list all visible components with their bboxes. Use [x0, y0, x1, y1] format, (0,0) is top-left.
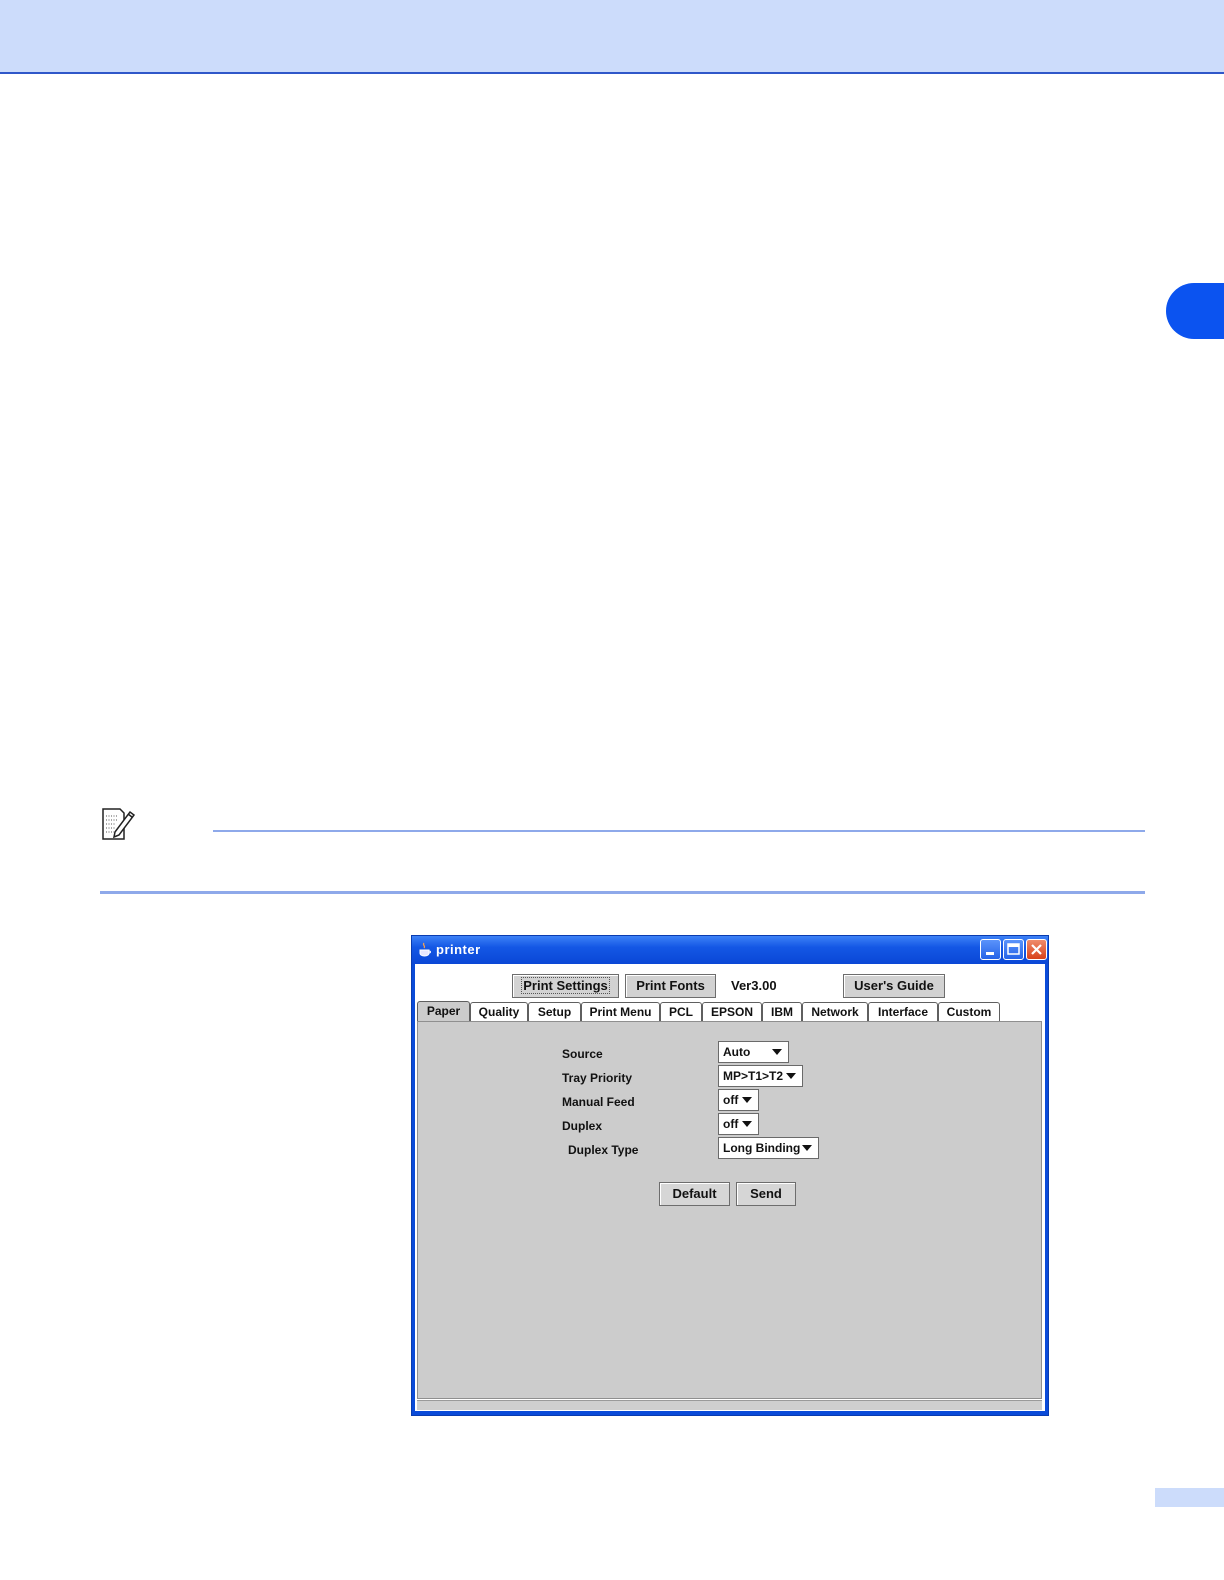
tab-print-menu[interactable]: Print Menu: [581, 1002, 660, 1021]
duplex-select[interactable]: off: [718, 1113, 759, 1135]
paper-tab-panel: Source Auto Tray Priority MP>T1>T2 Manua…: [417, 1021, 1042, 1399]
window-client-area: Print Settings Print Fonts Ver3.00 User'…: [415, 964, 1045, 1411]
close-icon: [1031, 944, 1042, 955]
duplex-type-value: Long Binding: [723, 1141, 801, 1155]
maximize-button[interactable]: [1003, 939, 1024, 960]
source-value: Auto: [723, 1045, 751, 1059]
page-number-box: [1155, 1488, 1224, 1507]
duplex-value: off: [723, 1117, 739, 1131]
tab-interface[interactable]: Interface: [868, 1002, 938, 1021]
minimize-icon: [986, 952, 994, 955]
print-fonts-button[interactable]: Print Fonts: [625, 974, 716, 998]
version-label: Ver3.00: [731, 978, 777, 993]
tab-network[interactable]: Network: [802, 1002, 868, 1021]
source-select[interactable]: Auto: [718, 1041, 789, 1063]
window-title: printer: [436, 942, 481, 957]
tab-setup[interactable]: Setup: [528, 1002, 581, 1021]
chevron-down-icon: [742, 1097, 752, 1103]
tray-priority-label: Tray Priority: [562, 1071, 633, 1085]
duplex-label: Duplex: [562, 1119, 603, 1133]
java-cup-icon: [419, 942, 431, 957]
tab-ibm[interactable]: IBM: [762, 1002, 802, 1021]
chevron-down-icon: [772, 1049, 782, 1055]
maximize-icon: [1007, 943, 1020, 955]
tab-quality[interactable]: Quality: [470, 1002, 528, 1021]
tab-custom[interactable]: Custom: [938, 1002, 1000, 1021]
tab-strip: Paper Quality Setup Print Menu PCL EPSON…: [415, 1001, 1045, 1022]
status-strip: [417, 1400, 1042, 1410]
note-divider-top: [213, 830, 1145, 832]
tray-priority-value: MP>T1>T2: [723, 1069, 784, 1083]
printer-window: printer Print Settings Print Fonts Ver3.…: [411, 935, 1049, 1416]
manual-feed-value: off: [723, 1093, 739, 1107]
default-button[interactable]: Default: [659, 1182, 730, 1206]
note-divider-bottom: [100, 891, 1145, 894]
print-settings-label: Print Settings: [521, 977, 610, 994]
print-settings-button[interactable]: Print Settings: [512, 974, 619, 998]
chevron-down-icon: [786, 1073, 796, 1079]
close-button[interactable]: [1026, 939, 1047, 960]
duplex-type-select[interactable]: Long Binding: [718, 1137, 819, 1159]
tab-paper[interactable]: Paper: [417, 1001, 470, 1022]
chevron-down-icon: [742, 1121, 752, 1127]
users-guide-button[interactable]: User's Guide: [843, 974, 945, 998]
source-label: Source: [562, 1047, 603, 1061]
tray-priority-select[interactable]: MP>T1>T2: [718, 1065, 803, 1087]
page-header-band: [0, 0, 1224, 74]
send-button[interactable]: Send: [736, 1182, 796, 1206]
manual-feed-select[interactable]: off: [718, 1089, 759, 1111]
chapter-side-tab: [1166, 283, 1224, 339]
title-bar[interactable]: printer: [412, 936, 1048, 964]
note-pencil-icon: [102, 808, 136, 840]
manual-feed-label: Manual Feed: [562, 1095, 635, 1109]
tab-epson[interactable]: EPSON: [702, 1002, 762, 1021]
minimize-button[interactable]: [980, 939, 1001, 960]
chevron-down-icon: [802, 1145, 812, 1151]
tab-pcl[interactable]: PCL: [660, 1002, 702, 1021]
duplex-type-label: Duplex Type: [568, 1143, 639, 1157]
